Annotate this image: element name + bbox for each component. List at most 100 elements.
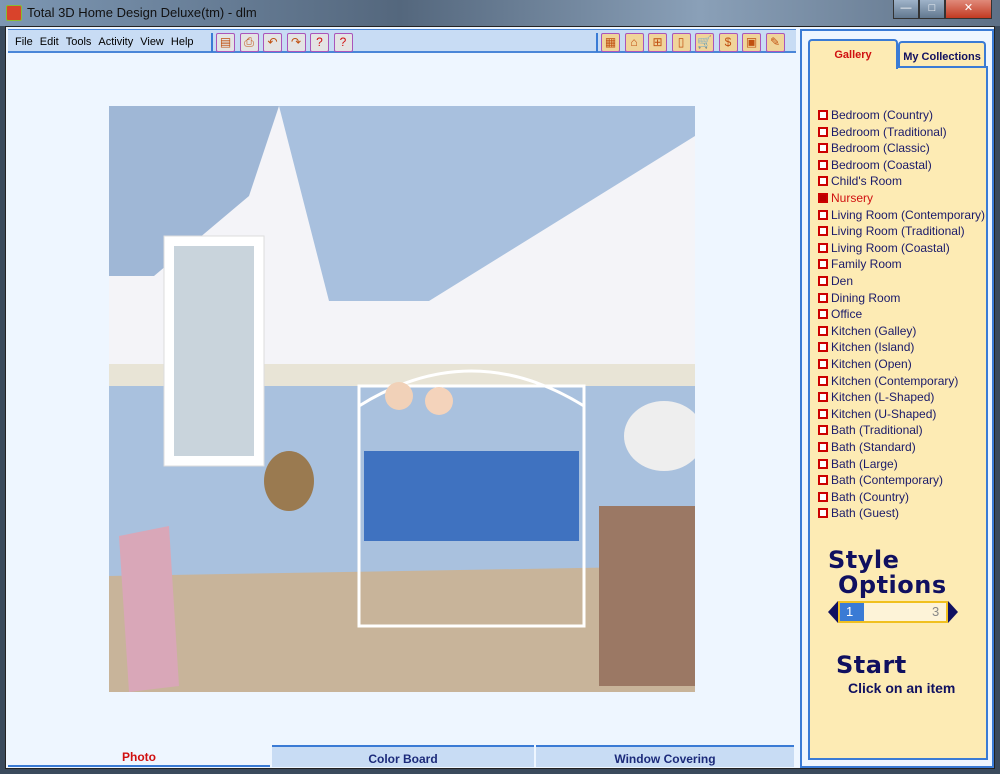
gallery-item-label: Living Room (Contemporary) bbox=[831, 207, 986, 222]
tab-photo[interactable]: Photo bbox=[8, 745, 270, 767]
style-options-stepper[interactable]: 1 3 bbox=[828, 601, 958, 623]
room-photo bbox=[109, 106, 695, 692]
checkbox-icon[interactable] bbox=[818, 375, 828, 386]
checkbox-icon[interactable] bbox=[818, 425, 828, 436]
checkbox-icon[interactable] bbox=[818, 342, 828, 353]
gallery-item-label: Kitchen (Island) bbox=[831, 340, 915, 355]
checkbox-icon[interactable] bbox=[818, 176, 828, 187]
gallery-item[interactable]: Living Room (Coastal) bbox=[818, 241, 950, 255]
gallery-item[interactable]: Family Room bbox=[818, 257, 902, 271]
checkbox-icon[interactable] bbox=[818, 143, 828, 154]
menu-edit[interactable]: Edit bbox=[40, 36, 59, 48]
gallery-item[interactable]: Kitchen (U-Shaped) bbox=[818, 407, 936, 421]
checkbox-icon[interactable] bbox=[818, 159, 828, 170]
undo-icon[interactable]: ↶ bbox=[263, 33, 282, 52]
app-window: File Edit Tools Activity View Help ▤ ⎙ ↶ ↷?? ▦ ⌂ ⊞ ▯ 🛒… bbox=[5, 26, 995, 769]
estimate-icon[interactable]: $ bbox=[718, 33, 738, 52]
gallery-item[interactable]: Living Room (Traditional) bbox=[818, 224, 965, 238]
menu-file[interactable]: File bbox=[15, 36, 33, 48]
checkbox-icon[interactable] bbox=[818, 126, 828, 137]
gallery-item[interactable]: Child's Room bbox=[818, 174, 902, 188]
gallery-item[interactable]: Bedroom (Traditional) bbox=[818, 125, 947, 139]
gallery-item[interactable]: Office bbox=[818, 307, 862, 321]
gallery-item[interactable]: Nursery bbox=[818, 191, 873, 205]
gallery-item-label: Bath (Country) bbox=[831, 489, 910, 504]
menu-tools[interactable]: Tools bbox=[66, 36, 92, 48]
checkbox-icon[interactable] bbox=[818, 226, 828, 237]
gallery-item[interactable]: Den bbox=[818, 274, 853, 288]
house-icon[interactable]: ⌂ bbox=[624, 33, 644, 52]
gallery-item[interactable]: Kitchen (Galley) bbox=[818, 324, 916, 338]
checkbox-icon[interactable] bbox=[818, 508, 828, 519]
checkbox-icon[interactable] bbox=[818, 309, 828, 320]
materials-icon[interactable]: ▣ bbox=[742, 33, 761, 52]
gallery-item-label: Kitchen (U-Shaped) bbox=[831, 406, 937, 421]
save-icon[interactable]: ▤ bbox=[216, 33, 235, 52]
gallery-item-label: Family Room bbox=[831, 257, 902, 272]
toolbar-separator bbox=[211, 33, 213, 52]
cart-icon[interactable]: 🛒 bbox=[695, 33, 714, 52]
gallery-item[interactable]: Bath (Standard) bbox=[818, 440, 916, 454]
gallery-item[interactable]: Bedroom (Coastal) bbox=[818, 158, 932, 172]
maximize-button[interactable]: □ bbox=[919, 0, 945, 19]
start-hint: Click on an item bbox=[848, 680, 956, 696]
checkbox-icon[interactable] bbox=[818, 110, 828, 120]
gallery-item[interactable]: Kitchen (Open) bbox=[818, 357, 912, 371]
checkbox-icon[interactable] bbox=[818, 242, 828, 253]
checkbox-icon[interactable] bbox=[818, 359, 828, 369]
menu-help[interactable]: Help bbox=[171, 36, 194, 48]
style-options-line2: Options bbox=[838, 571, 947, 599]
print-icon[interactable]: ⎙ bbox=[239, 33, 259, 52]
checkbox-icon[interactable] bbox=[818, 491, 828, 502]
gallery-item-label: Bath (Standard) bbox=[831, 440, 916, 454]
next-arrow-icon[interactable] bbox=[948, 601, 958, 623]
gallery-item[interactable]: Dining Room bbox=[818, 291, 900, 305]
gallery-item[interactable]: Bath (Traditional) bbox=[818, 423, 923, 437]
checkbox-icon[interactable] bbox=[818, 392, 828, 403]
help-icon[interactable]: ? bbox=[310, 33, 329, 52]
gallery-item-label: Living Room (Coastal) bbox=[831, 240, 950, 255]
checkbox-icon[interactable] bbox=[818, 458, 828, 469]
checkbox-icon[interactable] bbox=[818, 475, 828, 486]
checkbox-icon[interactable] bbox=[818, 292, 828, 303]
gallery-item[interactable]: Bath (Contemporary) bbox=[818, 473, 943, 487]
tools-icon[interactable]: ✎ bbox=[765, 33, 785, 52]
tab-gallery[interactable]: Gallery bbox=[808, 39, 898, 69]
style-options-line1: Style bbox=[828, 546, 900, 574]
tab-window-covering[interactable]: Window Covering bbox=[536, 745, 794, 767]
gallery-item[interactable]: Bedroom (Classic) bbox=[818, 141, 930, 155]
context-help-icon[interactable]: ? bbox=[333, 33, 353, 52]
close-button[interactable]: ✕ bbox=[945, 0, 992, 19]
gallery-item[interactable]: Kitchen (Contemporary) bbox=[818, 374, 958, 388]
gallery-item[interactable]: Bath (Large) bbox=[818, 457, 898, 471]
menu-view[interactable]: View bbox=[140, 36, 164, 48]
checkbox-icon[interactable] bbox=[818, 259, 828, 270]
tab-my-collections[interactable]: My Collections bbox=[898, 41, 986, 69]
checkbox-icon[interactable] bbox=[818, 442, 828, 452]
minimize-button[interactable]: — bbox=[893, 0, 919, 19]
checkbox-icon[interactable] bbox=[818, 408, 828, 419]
tab-color-board[interactable]: Color Board bbox=[272, 745, 534, 767]
catalog-icon[interactable]: ▦ bbox=[601, 33, 620, 52]
checkbox-icon[interactable] bbox=[818, 325, 828, 336]
gallery-item-label: Bedroom (Country) bbox=[831, 108, 934, 122]
checkbox-icon[interactable] bbox=[818, 193, 828, 203]
gallery-item-label: Child's Room bbox=[831, 174, 902, 189]
prev-arrow-icon[interactable] bbox=[828, 601, 838, 623]
redo-icon[interactable]: ↷ bbox=[286, 33, 306, 52]
checkbox-icon[interactable] bbox=[818, 209, 828, 220]
gallery-item-label: Bedroom (Classic) bbox=[831, 141, 930, 156]
gallery-item[interactable]: Bath (Country) bbox=[818, 490, 909, 504]
gallery-item[interactable]: Kitchen (L-Shaped) bbox=[818, 390, 934, 404]
gallery-item[interactable]: Bath (Guest) bbox=[818, 506, 899, 520]
window-title: Total 3D Home Design Deluxe(tm) - dlm bbox=[27, 5, 257, 20]
gallery-item[interactable]: Living Room (Contemporary) bbox=[818, 208, 985, 222]
gallery-item[interactable]: Bedroom (Country) bbox=[818, 108, 933, 122]
door-icon[interactable]: ▯ bbox=[671, 33, 691, 52]
checkbox-icon[interactable] bbox=[818, 276, 828, 286]
window-icon[interactable]: ⊞ bbox=[648, 33, 667, 52]
current-option: 1 bbox=[840, 603, 864, 621]
gallery-item[interactable]: Kitchen (Island) bbox=[818, 340, 914, 354]
menu-activity[interactable]: Activity bbox=[98, 36, 133, 48]
gallery-item-label: Bedroom (Traditional) bbox=[831, 124, 947, 139]
